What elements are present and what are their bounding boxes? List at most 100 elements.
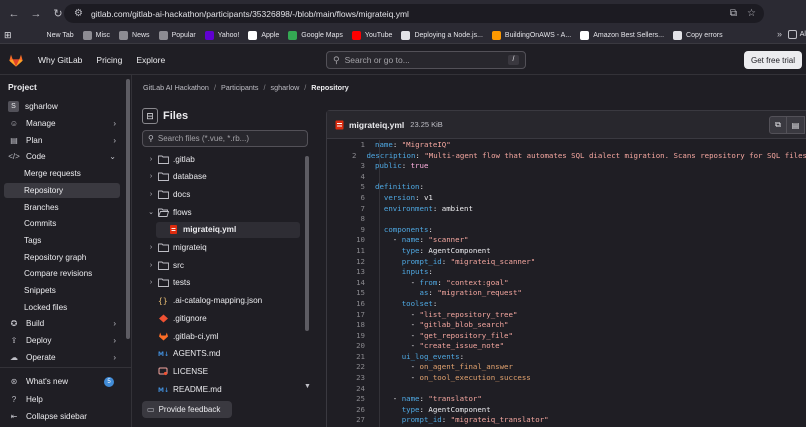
open-raw-icon[interactable]: ▤ <box>787 116 805 134</box>
sidebar-footer-collapse-sidebar[interactable]: ⇤ Collapse sidebar <box>4 409 120 424</box>
line-number[interactable]: 17 <box>327 310 375 321</box>
sidebar-item-repository-graph[interactable]: Repository graph <box>4 250 120 265</box>
file-tree-toggle-icon[interactable]: ⊟ <box>142 108 158 124</box>
bookmark-item[interactable]: News <box>119 30 150 40</box>
sidebar-item-compare-revisions[interactable]: Compare revisions <box>4 266 120 281</box>
bookmark-item[interactable]: Misc <box>82 30 110 40</box>
provide-feedback-button[interactable]: ▭ Provide feedback <box>142 401 232 418</box>
line-number[interactable]: 25 <box>327 394 375 405</box>
bookmark-item[interactable]: Copy errors <box>673 30 723 40</box>
line-number[interactable]: 14 <box>327 278 375 289</box>
breadcrumb-item[interactable]: Repository <box>311 83 349 92</box>
line-number[interactable]: 13 <box>327 267 375 278</box>
tree-folder[interactable]: › src <box>146 257 300 273</box>
breadcrumb-item[interactable]: sgharlow <box>271 83 300 92</box>
copy-contents-icon[interactable]: ⧉ <box>769 116 787 134</box>
sidebar-item-commits[interactable]: Commits <box>4 216 120 231</box>
sidebar-project[interactable]: Ssgharlow <box>4 99 120 114</box>
line-number[interactable]: 7 <box>327 204 375 215</box>
tree-folder[interactable]: ⌄ flows <box>146 204 300 220</box>
line-number[interactable]: 2 <box>327 151 366 162</box>
pricing-link[interactable]: Pricing <box>96 55 122 65</box>
line-number[interactable]: 6 <box>327 193 375 204</box>
back-icon[interactable]: ← <box>6 6 22 22</box>
sidebar-item-merge-requests[interactable]: Merge requests <box>4 166 120 181</box>
bookmark-item[interactable]: Deploying a Node.js... <box>401 30 483 40</box>
why-gitlab-link[interactable]: Why GitLab <box>38 55 82 65</box>
line-number[interactable]: 24 <box>327 384 375 395</box>
bookmark-item[interactable]: Yahoo! <box>204 30 239 40</box>
line-number[interactable]: 22 <box>327 362 375 373</box>
sidebar-item-locked-files[interactable]: Locked files <box>4 300 120 315</box>
bookmark-star-icon[interactable]: ☆ <box>747 8 756 19</box>
line-number[interactable]: 5 <box>327 182 375 193</box>
site-info-icon[interactable]: ⚙ <box>74 8 83 19</box>
tree-folder[interactable]: › docs <box>146 186 300 202</box>
bookmark-item[interactable]: Google Maps <box>288 30 343 40</box>
tree-file[interactable]: M↓ AGENTS.md <box>146 346 300 362</box>
sidebar-item-build[interactable]: ✪ Build › <box>4 316 120 331</box>
sidebar-item-snippets[interactable]: Snippets <box>4 283 120 298</box>
line-number[interactable]: 27 <box>327 415 375 426</box>
sidebar-item-operate[interactable]: ☁ Operate › <box>4 350 120 365</box>
line-number[interactable]: 1 <box>327 140 375 151</box>
bookmark-item[interactable]: YouTube <box>351 30 392 40</box>
bookmark-item[interactable]: Apple <box>248 30 279 40</box>
bookmarks-more-icon[interactable]: » <box>777 29 782 39</box>
line-number[interactable]: 11 <box>327 246 375 257</box>
bookmark-item[interactable]: BuildingOnAWS - A... <box>491 30 571 40</box>
tree-file[interactable]: .gitignore <box>146 310 300 326</box>
sidebar-scrollbar[interactable] <box>126 79 130 339</box>
install-app-icon[interactable]: ⧉ <box>730 8 737 19</box>
line-number[interactable]: 18 <box>327 320 375 331</box>
tree-file[interactable]: M↓ README.md <box>146 381 300 397</box>
line-number[interactable]: 15 <box>327 288 375 299</box>
tree-folder[interactable]: › tests <box>146 275 300 291</box>
tree-folder[interactable]: › database <box>146 169 300 185</box>
line-number[interactable]: 21 <box>327 352 375 363</box>
tree-file[interactable]: migrateiq.yml <box>156 221 300 238</box>
apps-icon[interactable]: ⊞ <box>4 30 12 41</box>
sidebar-item-branches[interactable]: Branches <box>4 200 120 215</box>
sidebar-footer-help[interactable]: ? Help <box>4 392 120 407</box>
sidebar-footer-what-s-new[interactable]: ⊛ What's new 5 <box>4 374 120 389</box>
scroll-down-icon[interactable]: ▼ <box>304 383 311 390</box>
url-text[interactable]: gitlab.com/gitlab-ai-hackathon/participa… <box>91 9 409 19</box>
line-number[interactable]: 20 <box>327 341 375 352</box>
line-number[interactable]: 12 <box>327 257 375 268</box>
line-number[interactable]: 9 <box>327 225 375 236</box>
sidebar-item-repository[interactable]: Repository <box>4 182 120 198</box>
address-bar[interactable]: ⚙ gitlab.com/gitlab-ai-hackathon/partici… <box>64 4 764 23</box>
line-number[interactable]: 23 <box>327 373 375 384</box>
sidebar-item-plan[interactable]: ▤ Plan › <box>4 133 120 148</box>
sidebar-item-manage[interactable]: ☺ Manage › <box>4 116 120 131</box>
line-number[interactable]: 26 <box>327 405 375 416</box>
gitlab-logo-icon[interactable] <box>8 52 24 68</box>
line-number[interactable]: 10 <box>327 235 375 246</box>
tree-file[interactable]: {} .ai-catalog-mapping.json <box>146 293 300 309</box>
breadcrumb-item[interactable]: GitLab AI Hackathon <box>143 83 209 92</box>
sidebar-item-deploy[interactable]: ⇪ Deploy › <box>4 333 120 348</box>
tree-folder[interactable]: › .gitlab <box>146 151 300 167</box>
line-number[interactable]: 8 <box>327 214 375 225</box>
file-tree-scrollbar[interactable] <box>305 156 309 331</box>
tree-file[interactable]: LICENSE <box>146 363 300 379</box>
tree-file[interactable]: .gitlab-ci.yml <box>146 328 300 344</box>
forward-icon[interactable]: → <box>28 6 44 22</box>
bookmark-item[interactable]: Amazon Best Sellers... <box>580 30 664 40</box>
file-filter-input[interactable]: ⚲ Search files (*.vue, *.rb...) <box>142 130 308 147</box>
sidebar-item-code[interactable]: </> Code ⌄ <box>4 149 120 164</box>
line-number[interactable]: 4 <box>327 172 375 183</box>
line-number[interactable]: 3 <box>327 161 375 172</box>
global-search-input[interactable]: ⚲ Search or go to... / <box>326 51 526 69</box>
tree-folder[interactable]: › migrateiq <box>146 240 300 256</box>
bookmark-all[interactable]: Al <box>787 30 806 39</box>
bookmark-item[interactable]: Popular <box>158 30 196 40</box>
sidebar-item-tags[interactable]: Tags <box>4 233 120 248</box>
line-number[interactable]: 16 <box>327 299 375 310</box>
breadcrumb-item[interactable]: Participants <box>221 83 259 92</box>
line-number[interactable]: 19 <box>327 331 375 342</box>
bookmark-item[interactable]: New Tab <box>34 31 74 40</box>
explore-link[interactable]: Explore <box>136 55 165 65</box>
free-trial-button[interactable]: Get free trial <box>744 51 802 69</box>
